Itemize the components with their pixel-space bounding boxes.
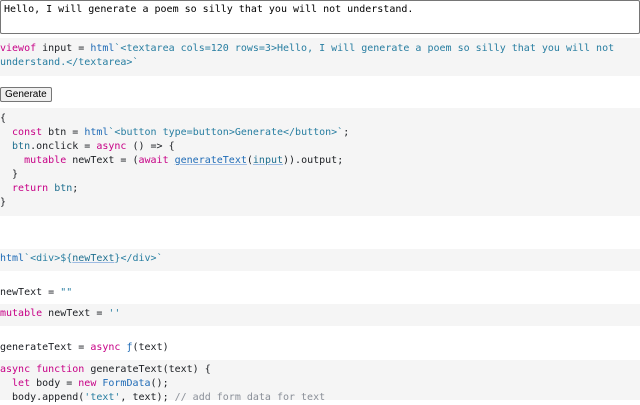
code-line: understand.</textarea>` <box>0 56 640 70</box>
code-text: .onclick = <box>30 141 97 152</box>
string-literal: understand.</textarea>` <box>0 57 139 68</box>
code-line: return btn; <box>0 182 640 196</box>
code-text: btn = <box>42 127 85 138</box>
code-text: newText = ( <box>66 155 139 166</box>
function-name: html <box>84 127 109 138</box>
code-line: } <box>0 168 640 182</box>
generatetext-function-cell: async function generateText(text) { let … <box>0 360 640 403</box>
variable-ref: input <box>252 155 284 166</box>
newtext-output-cell: newText = "" <box>0 286 640 300</box>
keyword: const <box>0 127 43 138</box>
code-comment: // add form data for text <box>174 392 326 403</box>
variable-ref: btn <box>48 183 73 194</box>
code-text: { <box>0 113 7 124</box>
code-text: generateText = <box>0 342 91 353</box>
code-text: ; <box>343 127 350 138</box>
string-literal: `<button type=button>Generate</button>` <box>108 127 344 138</box>
html-div-cell: html`<div>${newText}</div>` <box>0 249 640 271</box>
code-text: input = <box>36 43 91 54</box>
function-name: html <box>0 253 25 264</box>
code-text: body.append( <box>0 392 85 403</box>
code-text: )).output; <box>283 155 344 166</box>
code-text: (); <box>150 378 169 389</box>
variable-ref: btn <box>0 141 31 152</box>
code-text: () => { <box>126 141 175 152</box>
viewof-input-cell: viewof input = html`<textarea cols=120 r… <box>0 38 640 76</box>
string-literal: `<div>${ <box>24 253 73 264</box>
string-literal: '' <box>108 308 121 319</box>
string-literal: "" <box>60 287 73 298</box>
keyword: return <box>0 183 49 194</box>
code-text: body = <box>30 378 79 389</box>
code-text: generateText(text) { <box>84 364 211 375</box>
keyword: async <box>96 141 127 152</box>
keyword: viewof <box>0 43 37 54</box>
code-text: (text) <box>132 342 169 353</box>
code-line: btn.onclick = async () => { <box>0 140 640 154</box>
keyword: async function <box>0 364 85 375</box>
code-line: viewof input = html`<textarea cols=120 r… <box>0 42 640 56</box>
generate-button[interactable]: Generate <box>0 87 52 102</box>
code-line: { <box>0 112 640 126</box>
string-literal: }</div>` <box>114 253 163 264</box>
code-text: newText = <box>0 287 61 298</box>
poem-input-textarea[interactable]: Hello, I will generate a poem so silly t… <box>0 0 640 34</box>
function-name: html <box>90 43 115 54</box>
code-line: html`<div>${newText}</div>` <box>0 252 640 266</box>
string-literal: `<textarea cols=120 rows=3>Hello, I will… <box>114 43 615 54</box>
code-line: newText = "" <box>0 286 640 300</box>
code-line: const btn = html`<button type=button>Gen… <box>0 126 640 140</box>
keyword: mutable <box>0 308 43 319</box>
code-text: , text); <box>120 392 175 403</box>
keyword: new <box>78 378 97 389</box>
generatetext-output-cell: generateText = async ƒ(text) <box>0 341 640 355</box>
function-name: generateText <box>174 155 247 166</box>
code-text: } <box>0 197 7 208</box>
variable-ref: newText <box>72 253 115 264</box>
code-text: newText = <box>42 308 109 319</box>
code-line: mutable newText = (await generateText(in… <box>0 154 640 168</box>
keyword: let <box>0 378 31 389</box>
keyword: await <box>138 155 169 166</box>
code-text: } <box>0 169 19 180</box>
mutable-newtext-cell: mutable newText = '' <box>0 304 640 326</box>
code-line: mutable newText = '' <box>0 307 640 321</box>
code-line: generateText = async ƒ(text) <box>0 341 640 355</box>
code-line: let body = new FormData(); <box>0 377 640 391</box>
code-line: async function generateText(text) { <box>0 363 640 377</box>
keyword: async <box>90 342 121 353</box>
function-name: FormData <box>96 378 151 389</box>
keyword: mutable <box>0 155 67 166</box>
code-text: ; <box>72 183 79 194</box>
code-line: } <box>0 196 640 210</box>
string-literal: 'text' <box>84 392 121 403</box>
button-handler-cell: { const btn = html`<button type=button>G… <box>0 108 640 216</box>
code-line: body.append('text', text); // add form d… <box>0 391 640 405</box>
